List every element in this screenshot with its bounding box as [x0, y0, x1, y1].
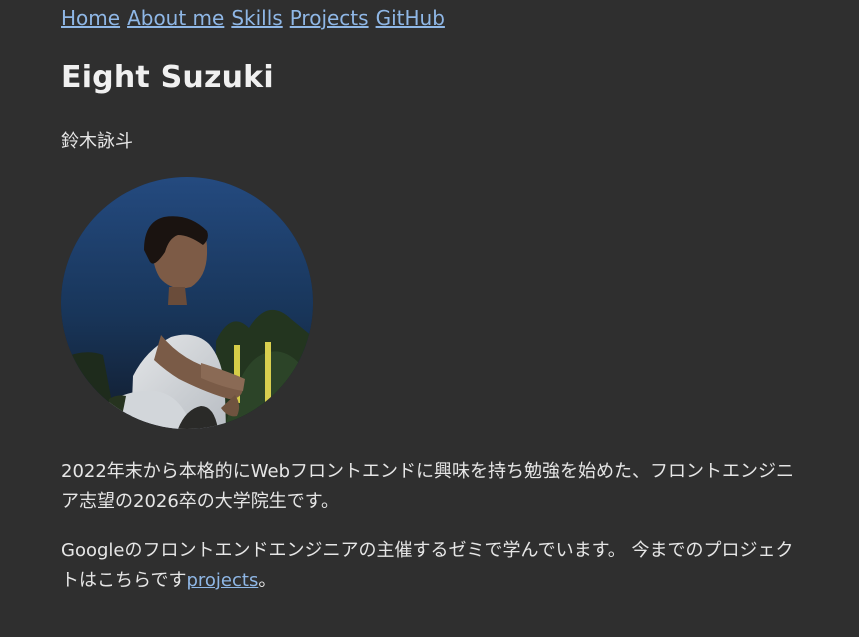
- projects-inline-link[interactable]: projects: [186, 570, 258, 591]
- portfolio-page: Home About me Skills Projects GitHub Eight S…: [0, 0, 859, 637]
- japanese-name: 鈴木詠斗: [61, 131, 133, 152]
- page-title: Eight Suzuki: [61, 60, 274, 95]
- nav-projects-link[interactable]: Projects: [290, 6, 369, 30]
- nav-github-link[interactable]: GitHub: [376, 6, 445, 30]
- profile-photo: [61, 177, 313, 429]
- nav-skills-link[interactable]: Skills: [231, 6, 282, 30]
- projects-paragraph-suffix: 。: [258, 570, 277, 591]
- intro-paragraph: 2022年末から本格的にWebフロントエンドに興味を持ち勉強を始めた、フロントエ…: [61, 461, 795, 512]
- projects-paragraph-text: Googleのフロントエンドエンジニアの主催するゼミで学んでいます。 今までのプ…: [61, 540, 794, 591]
- nav-about-link[interactable]: About me: [127, 6, 224, 30]
- top-navigation: Home About me Skills Projects GitHub: [61, 6, 452, 30]
- profile-photo-illustration: [61, 177, 313, 429]
- nav-home-link[interactable]: Home: [61, 6, 120, 30]
- projects-paragraph: Googleのフロントエンドエンジニアの主催するゼミで学んでいます。 今までのプ…: [61, 536, 801, 596]
